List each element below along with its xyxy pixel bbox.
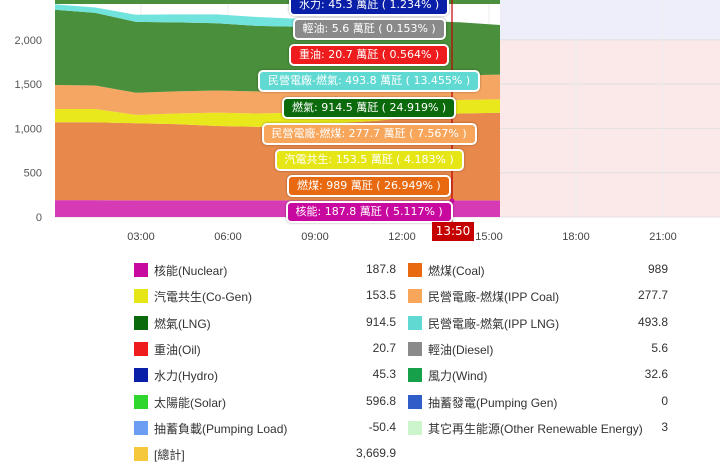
legend-swatch: [134, 341, 148, 356]
legend-value: 596.8: [365, 393, 396, 408]
legend-label: 水力(Hydro): [154, 369, 219, 384]
legend-swatch: [134, 368, 148, 383]
tooltip-text: 核能: 187.8 萬瓩 ( 5.117% ): [295, 205, 443, 218]
tooltip-coal: 燃煤: 989 萬瓩 ( 26.949% ): [287, 175, 451, 197]
y-tick-label: 2,000: [14, 35, 42, 47]
legend-item: 民營電廠-燃氣(IPP LNG) 493.8: [408, 311, 668, 335]
legend-label: 民營電廠-燃煤(IPP Coal): [428, 290, 560, 305]
legend-item: 重油(Oil) 20.7: [134, 337, 396, 361]
legend-item: 其它再生能源(Other Renewable Energy) 3: [408, 416, 668, 440]
tooltip-text: 燃氣: 914.5 萬瓩 ( 24.919% ): [292, 101, 447, 114]
legend-swatch: [134, 315, 148, 330]
legend-item: 風力(Wind) 32.6: [408, 363, 668, 387]
legend-value: 914.5: [365, 314, 396, 329]
legend-value: 5.6: [651, 340, 668, 355]
generation-chart: 0 500 1,000 1,500 2,000 03:00 06:00 09:00 12:00 1…: [0, 0, 720, 246]
legend-label: 民營電廠-燃氣(IPP LNG): [428, 316, 560, 331]
legend-swatch: [408, 341, 422, 356]
tooltip-text: 民營電廠-燃氣: 493.8 萬瓩 ( 13.455% ): [268, 74, 471, 87]
tooltip-text: 汽電共生: 153.5 萬瓩 ( 4.183% ): [284, 153, 454, 166]
legend-swatch: [408, 420, 422, 435]
future-band-top: [500, 0, 720, 40]
legend-value: 3: [661, 419, 668, 434]
x-tick-label: 21:00: [649, 231, 677, 243]
x-tick-label: 12:00: [388, 231, 416, 243]
legend-value: 20.7: [372, 340, 396, 355]
legend-value: 3,669.9: [355, 446, 396, 461]
legend-item: 抽蓄發電(Pumping Gen) 0: [408, 390, 668, 414]
tooltip-ipp_coal: 民營電廠-燃煤: 277.7 萬瓩 ( 7.567% ): [261, 123, 477, 145]
tooltip-cogen: 汽電共生: 153.5 萬瓩 ( 4.183% ): [274, 149, 464, 171]
x-tick-label: 15:00: [475, 231, 503, 243]
legend-swatch: [408, 368, 422, 383]
legend-value: 0: [661, 393, 668, 408]
legend-label: 燃煤(Coal): [428, 264, 485, 278]
legend-label: 太陽能(Solar): [154, 395, 227, 410]
x-tick-label: 06:00: [214, 231, 242, 243]
y-tick-label: 500: [24, 168, 42, 180]
legend-value: 45.3: [372, 367, 396, 382]
y-tick-label: 1,500: [14, 79, 42, 91]
x-tick-label: 03:00: [127, 231, 155, 243]
legend-swatch: [134, 447, 148, 462]
legend-swatch: [134, 263, 148, 277]
legend-value: -50.4: [368, 419, 396, 434]
legend-value: 277.7: [637, 288, 668, 303]
tooltip-lng: 燃氣: 914.5 萬瓩 ( 24.919% ): [282, 97, 457, 119]
legend-item: 燃氣(LNG) 914.5: [134, 311, 396, 335]
legend-item: 抽蓄負載(Pumping Load) -50.4: [134, 416, 396, 440]
legend-label: 重油(Oil): [154, 342, 201, 357]
current-time-badge: 13:50: [432, 222, 474, 241]
legend-value: 32.6: [644, 367, 668, 382]
tooltip-text: 重油: 20.7 萬瓩 ( 0.564% ): [299, 48, 440, 61]
legend-item: 太陽能(Solar) 596.8: [134, 390, 396, 414]
legend-value: 187.8: [365, 262, 396, 276]
tooltip-text: 燃煤: 989 萬瓩 ( 26.949% ): [297, 179, 441, 192]
legend-label: 輕油(Diesel): [428, 342, 494, 357]
legend-swatch: [408, 394, 422, 409]
legend-value: 493.8: [637, 314, 668, 329]
tooltip-text: 民營電廠-燃煤: 277.7 萬瓩 ( 7.567% ): [271, 127, 467, 140]
legend-item: 水力(Hydro) 45.3: [134, 363, 396, 387]
x-tick-label: 09:00: [301, 231, 329, 243]
legend-item: 汽電共生(Co-Gen) 153.5: [134, 284, 396, 308]
legend-label: 核能(Nuclear): [154, 264, 228, 278]
legend-item: 燃煤(Coal) 989: [408, 258, 668, 282]
legend-item: 核能(Nuclear) 187.8: [134, 258, 396, 282]
legend-label: 風力(Wind): [428, 369, 488, 384]
legend-swatch: [134, 394, 148, 409]
tooltip-text: 輕油: 5.6 萬瓩 ( 0.153% ): [302, 22, 436, 35]
legend-label: 抽蓄發電(Pumping Gen): [428, 395, 558, 410]
legend-swatch: [134, 289, 148, 304]
legend-label: 汽電共生(Co-Gen): [154, 290, 253, 305]
legend-item: [總計] 3,669.9: [134, 442, 396, 462]
legend-swatch: [408, 289, 422, 304]
legend-swatch: [408, 315, 422, 330]
legend-item: 民營電廠-燃煤(IPP Coal) 277.7: [408, 284, 668, 308]
legend-swatch: [134, 420, 148, 435]
y-tick-label: 0: [36, 212, 42, 224]
tooltip-text: 水力: 45.3 萬瓩 ( 1.234% ): [299, 0, 440, 11]
legend-label: 燃氣(LNG): [154, 316, 211, 331]
legend-label: 抽蓄負載(Pumping Load): [154, 421, 288, 436]
x-tick-label: 18:00: [562, 231, 590, 243]
tooltip-oil: 重油: 20.7 萬瓩 ( 0.564% ): [289, 44, 450, 66]
tooltip-ipp_lng: 民營電廠-燃氣: 493.8 萬瓩 ( 13.455% ): [258, 70, 481, 92]
legend-value: 989: [647, 262, 668, 276]
tooltip-nuclear: 核能: 187.8 萬瓩 ( 5.117% ): [285, 201, 453, 223]
legend-value: 153.5: [365, 288, 396, 303]
tooltip-hydro: 水力: 45.3 萬瓩 ( 1.234% ): [289, 0, 450, 16]
legend-item: 輕油(Diesel) 5.6: [408, 337, 668, 361]
tooltip-diesel: 輕油: 5.6 萬瓩 ( 0.153% ): [292, 18, 446, 40]
legend-label: [總計]: [154, 448, 185, 462]
legend-swatch: [408, 263, 422, 277]
y-tick-label: 1,000: [14, 123, 42, 135]
